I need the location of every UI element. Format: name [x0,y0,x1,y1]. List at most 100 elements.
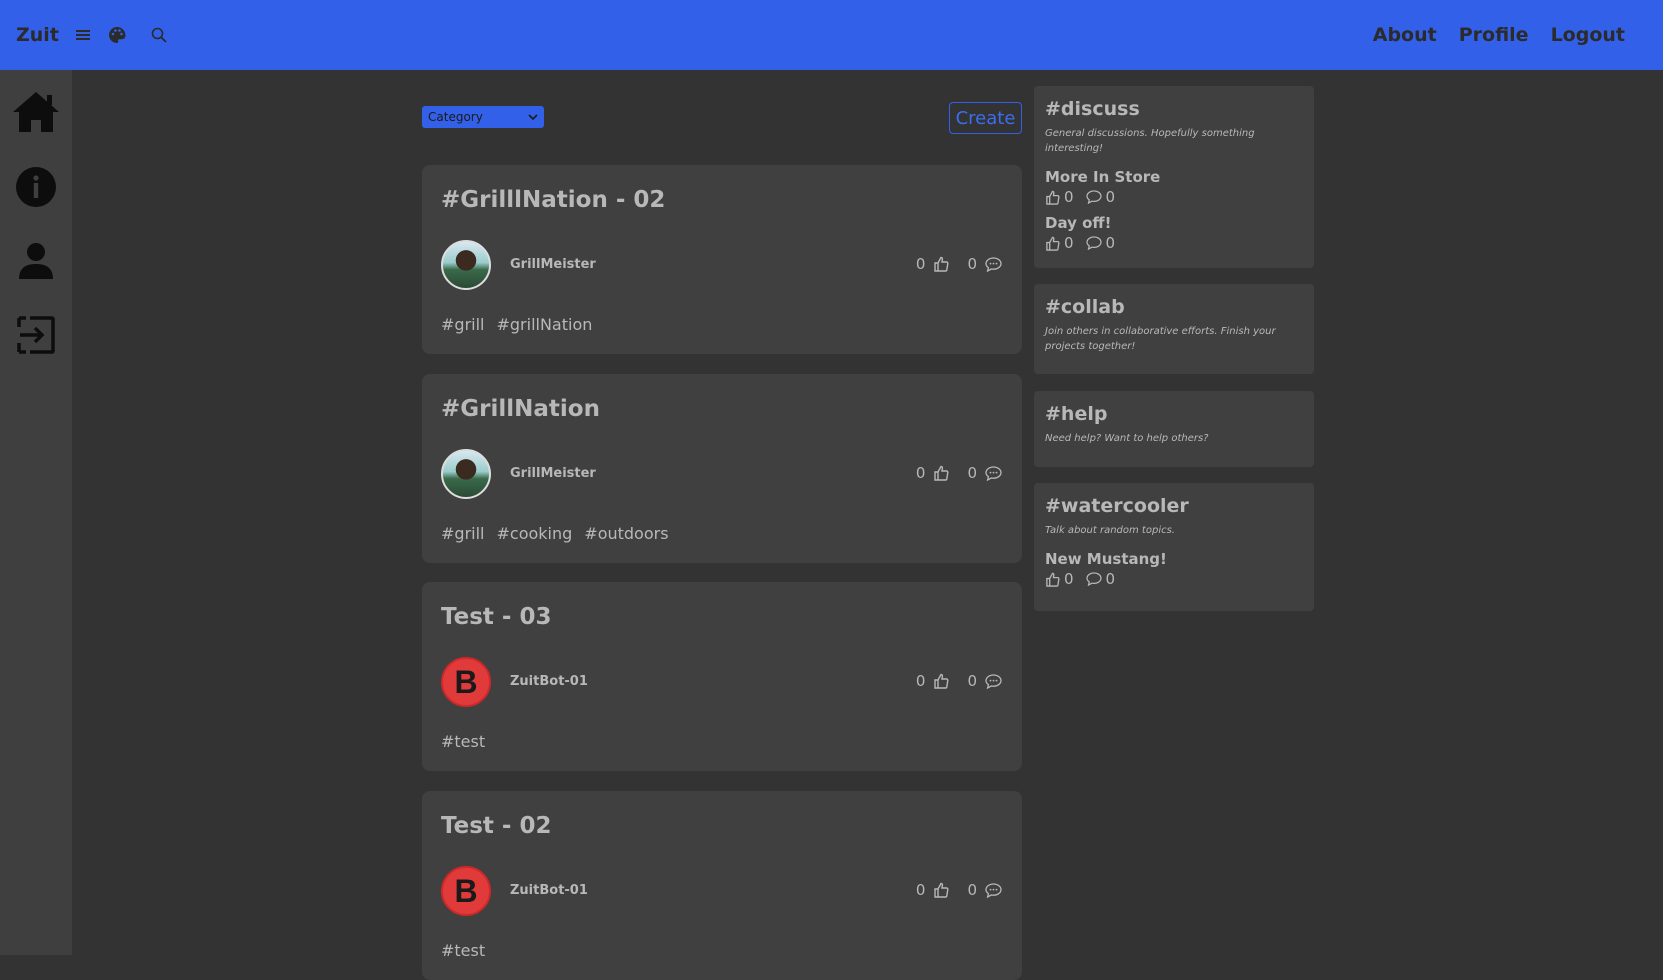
channel-thread[interactable]: More In Store 0 0 [1045,168,1303,206]
channel-card-watercooler: #watercooler Talk about random topics. N… [1034,483,1314,611]
like-button[interactable]: 0 [916,464,950,482]
comment-count: 0 [1105,234,1116,252]
comment-button[interactable]: 0 [967,464,1002,482]
comment-count: 0 [967,881,977,899]
nav-links: About Profile Logout [1373,0,1625,70]
channel-card-help: #help Need help? Want to help others? [1034,391,1314,467]
thumbs-up-icon [934,256,949,272]
post-title[interactable]: Test - 03 [441,604,552,630]
post-card[interactable]: #GrilllNation - 02 GrillMeister 0 0 #gri… [422,165,1022,354]
like-button[interactable]: 0 [916,255,950,273]
thumbs-up-icon [934,465,949,481]
thread-title[interactable]: New Mustang! [1045,550,1303,568]
post-tag[interactable]: #test [441,941,485,960]
channel-description: Talk about random topics. [1045,525,1175,536]
post-tag[interactable]: #cooking [496,524,572,543]
thumbs-up-icon [934,882,949,898]
channel-name[interactable]: #collab [1045,296,1303,318]
sidebar-logout-icon[interactable] [0,307,72,363]
comment-icon [985,882,1002,898]
like-count: 0 [915,672,926,690]
channel-thread[interactable]: Day off! 0 0 [1045,214,1303,252]
post-tags: #test [441,732,485,751]
thread-stats: 0 0 [1045,188,1303,206]
post-tag[interactable]: #test [441,732,485,751]
comment-count: 0 [967,255,977,273]
comment-count: 0 [967,464,977,482]
post-author[interactable]: GrillMeister [510,466,596,481]
comment-icon [985,256,1002,272]
post-stats: 0 0 [916,881,1002,899]
post-title[interactable]: Test - 02 [441,813,552,839]
avatar[interactable] [441,240,491,290]
create-button[interactable]: Create [949,102,1022,134]
sidebar-home-icon[interactable] [0,84,72,140]
category-select[interactable]: Category [422,106,544,128]
post-stats: 0 0 [916,255,1002,273]
channel-name[interactable]: #discuss [1045,98,1303,120]
channel-description: Join others in collaborative efforts. Fi… [1045,326,1276,352]
search-icon[interactable] [149,25,169,45]
post-tag[interactable]: #outdoors [584,524,668,543]
post-tags: #grill #grillNation [441,315,592,334]
sidebar-profile-icon[interactable] [0,233,72,289]
nav-about-link[interactable]: About [1373,24,1437,46]
nav-profile-link[interactable]: Profile [1459,24,1529,46]
channel-description: Need help? Want to help others? [1045,433,1209,444]
post-tags: #grill #cooking #outdoors [441,524,669,543]
category-select-label: Category [428,110,483,124]
post-tag[interactable]: #grill [441,524,484,543]
menu-icon[interactable] [73,25,93,45]
nav-logout-link[interactable]: Logout [1551,24,1625,46]
post-author[interactable]: ZuitBot-01 [510,674,588,689]
brand-logo[interactable]: Zuit [16,24,59,46]
post-author[interactable]: ZuitBot-01 [510,883,588,898]
post-card[interactable]: Test - 02 B ZuitBot-01 0 0 #test [422,791,1022,980]
comment-icon [985,465,1002,481]
post-card[interactable]: Test - 03 B ZuitBot-01 0 0 #test [422,582,1022,771]
comment-count: 0 [1105,570,1116,588]
channel-card-discuss: #discuss General discussions. Hopefully … [1034,86,1314,268]
like-button[interactable]: 0 [916,881,950,899]
thumbs-up-icon [934,673,949,689]
sidebar-info-icon[interactable] [0,159,72,215]
thread-title[interactable]: More In Store [1045,168,1303,186]
thumbs-up-icon [1046,190,1060,205]
comment-icon [1085,236,1102,250]
like-count: 0 [1064,234,1074,252]
comment-button[interactable]: 0 [967,881,1002,899]
like-count: 0 [915,881,926,899]
channel-name[interactable]: #watercooler [1045,495,1303,517]
post-stats: 0 0 [916,672,1002,690]
post-author[interactable]: GrillMeister [510,257,596,272]
comment-icon [1085,572,1102,586]
avatar[interactable]: B [441,866,491,916]
channel-card-collab: #collab Join others in collaborative eff… [1034,284,1314,374]
post-title[interactable]: #GrillNation [441,396,600,422]
comment-button[interactable]: 0 [967,672,1002,690]
thread-stats: 0 0 [1045,570,1303,588]
post-tag[interactable]: #grill [441,315,484,334]
thread-title[interactable]: Day off! [1045,214,1303,232]
post-title[interactable]: #GrilllNation - 02 [441,187,665,213]
like-count: 0 [915,255,926,273]
post-tags: #test [441,941,485,960]
like-count: 0 [1064,570,1074,588]
avatar[interactable]: B [441,657,491,707]
channel-name[interactable]: #help [1045,403,1303,425]
comment-count: 0 [1105,188,1116,206]
post-tag[interactable]: #grillNation [496,315,592,334]
thumbs-up-icon [1046,572,1060,587]
comment-button[interactable]: 0 [967,255,1002,273]
post-card[interactable]: #GrillNation GrillMeister 0 0 #grill #co… [422,374,1022,563]
thumbs-up-icon [1046,236,1060,251]
like-count: 0 [915,464,926,482]
like-count: 0 [1064,188,1074,206]
avatar[interactable] [441,449,491,499]
like-button[interactable]: 0 [916,672,950,690]
palette-icon[interactable] [107,25,127,45]
sidebar [0,70,72,955]
thread-stats: 0 0 [1045,234,1303,252]
channel-thread[interactable]: New Mustang! 0 0 [1045,550,1303,588]
comment-icon [985,673,1002,689]
